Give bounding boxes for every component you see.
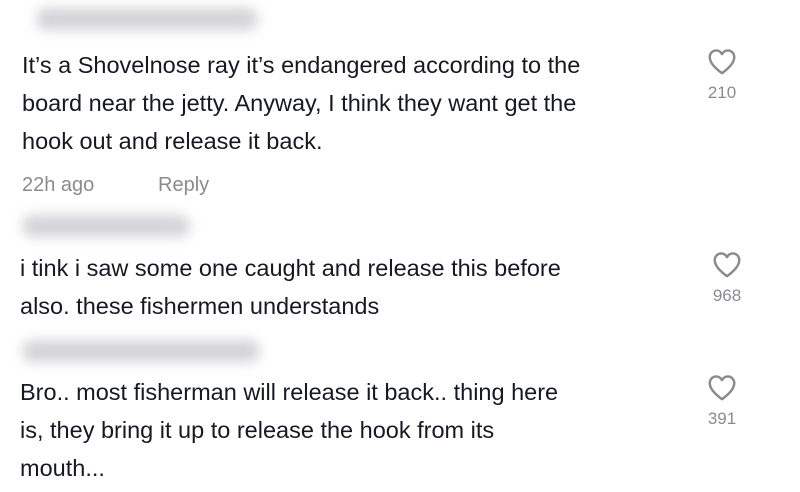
comment-text: It’s a Shovelnose ray it’s endangered ac…	[22, 46, 580, 160]
username-blurred[interactable]	[22, 340, 260, 362]
comment-line: hook out and release it back.	[22, 128, 323, 154]
comment-line: It’s a Shovelnose ray it’s endangered ac…	[22, 52, 581, 78]
like-button[interactable]: 968	[697, 251, 757, 306]
comment-line: i tink i saw some one caught and release…	[20, 255, 561, 281]
like-button[interactable]: 391	[692, 374, 752, 429]
reply-button[interactable]: Reply	[158, 174, 209, 197]
like-button[interactable]: 210	[692, 48, 752, 103]
heart-outline-icon	[708, 49, 736, 75]
username-blurred[interactable]	[22, 215, 190, 237]
like-count: 391	[707, 409, 737, 428]
comment-line: is, they bring it up to release the hook…	[20, 417, 495, 443]
comment-line: also. these fishermen understands	[20, 293, 380, 319]
comment-text: Bro.. most fisherman will release it bac…	[20, 373, 558, 487]
username-blurred[interactable]	[36, 8, 258, 30]
comment-text: i tink i saw some one caught and release…	[20, 249, 561, 325]
heart-outline-icon	[713, 252, 741, 278]
comment-timestamp: 22h ago	[22, 174, 95, 196]
comment-line: mouth...	[20, 455, 105, 481]
comment-line: Bro.. most fisherman will release it bac…	[20, 379, 559, 405]
like-count: 968	[712, 286, 742, 305]
like-count: 210	[707, 83, 737, 102]
comment-line: board near the jetty. Anyway, I think th…	[22, 90, 577, 116]
heart-outline-icon	[708, 375, 736, 401]
